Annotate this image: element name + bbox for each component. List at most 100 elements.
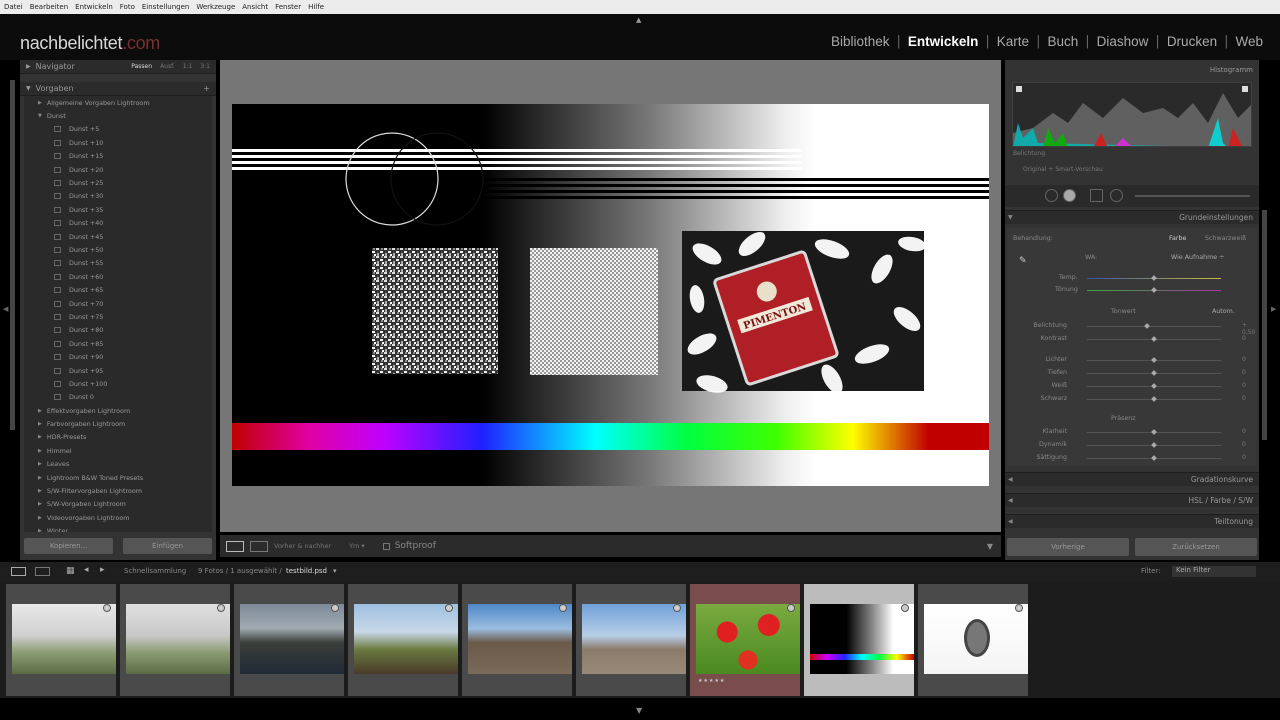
filter-select[interactable]: Kein Filter bbox=[1172, 566, 1256, 577]
preset-item[interactable]: Dunst +60 bbox=[24, 270, 212, 283]
preset-folder[interactable]: ▶ S/W-Filtervorgaben Lightroom bbox=[24, 484, 212, 497]
slider-value[interactable]: + 0,50 bbox=[1242, 322, 1257, 336]
temp-slider[interactable] bbox=[1087, 275, 1221, 281]
preset-item[interactable]: Dunst +70 bbox=[24, 297, 212, 310]
navigator-zoom-option[interactable]: Ausf. bbox=[160, 63, 175, 70]
graduated-filter-icon[interactable] bbox=[1090, 189, 1103, 202]
slider-track[interactable] bbox=[1087, 396, 1221, 402]
previous-button[interactable]: Vorherige bbox=[1007, 538, 1129, 556]
auto-button[interactable]: Autom. bbox=[1212, 308, 1235, 315]
thumbnail-badge-icon[interactable] bbox=[331, 604, 339, 612]
slider-knob[interactable] bbox=[1151, 396, 1157, 402]
before-after-view-icon[interactable] bbox=[250, 540, 268, 552]
navigator-zoom-option[interactable]: Passen bbox=[131, 63, 152, 70]
slider-track[interactable] bbox=[1087, 323, 1221, 329]
main-window-icon[interactable] bbox=[11, 567, 26, 576]
preset-folder[interactable]: ▶ Allgemeine Vorgaben Lightroom bbox=[24, 96, 212, 109]
filmstrip-thumbnail[interactable] bbox=[234, 584, 344, 696]
preset-folder[interactable]: ▶ HDR-Presets bbox=[24, 431, 212, 444]
filmstrip-thumbnail[interactable] bbox=[6, 584, 116, 696]
collapse-left-arrow-icon[interactable]: ◀ bbox=[3, 305, 8, 313]
back-icon[interactable]: ◂ bbox=[84, 565, 89, 575]
section-header[interactable]: Gradationskurve ◀ bbox=[1005, 472, 1259, 486]
slider-value[interactable]: 0 bbox=[1242, 454, 1246, 461]
slider-track[interactable] bbox=[1087, 357, 1221, 363]
left-panel-scrollbar[interactable] bbox=[10, 80, 15, 430]
slider-knob[interactable] bbox=[1151, 455, 1157, 461]
slider-knob[interactable] bbox=[1151, 383, 1157, 389]
menu-item[interactable]: Ansicht bbox=[242, 3, 268, 11]
preset-item[interactable]: Dunst 0 bbox=[24, 391, 212, 404]
slider-knob[interactable] bbox=[1151, 336, 1157, 342]
menu-item[interactable]: Fenster bbox=[275, 3, 301, 11]
eyedropper-icon[interactable]: ✎ bbox=[1019, 256, 1027, 266]
slider-knob[interactable] bbox=[1151, 287, 1157, 293]
slider-knob[interactable] bbox=[1151, 357, 1157, 363]
slider-value[interactable]: 0 bbox=[1242, 356, 1246, 363]
radial-filter-icon[interactable] bbox=[1110, 189, 1123, 202]
red-eye-icon[interactable] bbox=[1063, 189, 1076, 202]
navigator-header[interactable]: ▶ Navigator Passen Ausf. 1:1 3:1 bbox=[20, 60, 216, 74]
slider-track[interactable] bbox=[1087, 442, 1221, 448]
add-preset-icon[interactable]: + bbox=[203, 84, 216, 93]
slider-value[interactable]: 0 bbox=[1242, 428, 1246, 435]
thumbnail-badge-icon[interactable] bbox=[787, 604, 795, 612]
filmstrip-thumbnail[interactable] bbox=[462, 584, 572, 696]
collapse-right-arrow-icon[interactable]: ▶ bbox=[1271, 305, 1276, 313]
highlight-clipping-icon[interactable] bbox=[1242, 86, 1248, 92]
preset-item[interactable]: Dunst +80 bbox=[24, 324, 212, 337]
module-web[interactable]: Web bbox=[1228, 34, 1270, 49]
menu-item[interactable]: Entwickeln bbox=[75, 3, 113, 11]
copy-button[interactable]: Kopieren... bbox=[24, 538, 113, 554]
filmstrip-thumbnail[interactable] bbox=[804, 584, 914, 696]
preset-folder[interactable]: ▶ S/W-Vorgaben Lightroom bbox=[24, 498, 212, 511]
filmstrip-thumbnail[interactable]: ★★★★★ bbox=[690, 584, 800, 696]
slider-value[interactable]: 0 bbox=[1242, 441, 1246, 448]
preset-folder[interactable]: ▶ Himmel bbox=[24, 444, 212, 457]
toolbar-menu-icon[interactable]: ▼ bbox=[987, 542, 993, 551]
slider-value[interactable]: 0 bbox=[1242, 369, 1246, 376]
preset-item[interactable]: Dunst +25 bbox=[24, 176, 212, 189]
reset-button[interactable]: Zurücksetzen bbox=[1135, 538, 1257, 556]
source-label[interactable]: Schnellsammlung bbox=[124, 567, 186, 575]
wb-select[interactable]: Wie Aufnahme ÷ bbox=[1171, 254, 1224, 261]
thumbnail-badge-icon[interactable] bbox=[103, 604, 111, 612]
module-buch[interactable]: Buch bbox=[1040, 34, 1085, 49]
preset-item[interactable]: Dunst +100 bbox=[24, 377, 212, 390]
slider-track[interactable] bbox=[1087, 383, 1221, 389]
module-drucken[interactable]: Drucken bbox=[1160, 34, 1224, 49]
preset-item[interactable]: Dunst +5 bbox=[24, 123, 212, 136]
navigator-zoom-option[interactable]: 1:1 bbox=[183, 63, 193, 70]
preset-item[interactable]: Dunst +50 bbox=[24, 243, 212, 256]
preset-item[interactable]: Dunst +90 bbox=[24, 350, 212, 363]
spot-removal-icon[interactable] bbox=[1045, 189, 1058, 202]
module-bibliothek[interactable]: Bibliothek bbox=[824, 34, 897, 49]
color-option[interactable]: Farbe bbox=[1169, 235, 1186, 242]
slider-track[interactable] bbox=[1087, 370, 1221, 376]
forward-icon[interactable]: ▸ bbox=[100, 565, 105, 575]
slider-knob[interactable] bbox=[1151, 429, 1157, 435]
before-after-label[interactable]: Vorher & nachher bbox=[274, 542, 331, 550]
preset-item[interactable]: Dunst +65 bbox=[24, 283, 212, 296]
view-mode-label[interactable]: Ym ▾ bbox=[349, 542, 365, 550]
module-diashow[interactable]: Diashow bbox=[1090, 34, 1156, 49]
preset-folder[interactable]: ▶ Lightroom B&W Toned Presets bbox=[24, 471, 212, 484]
slider-knob[interactable] bbox=[1151, 370, 1157, 376]
bw-option[interactable]: Schwarzweiß bbox=[1205, 235, 1246, 242]
thumbnail-badge-icon[interactable] bbox=[559, 604, 567, 612]
collapse-top-arrow-icon[interactable]: ▲ bbox=[636, 16, 641, 24]
menu-item[interactable]: Datei bbox=[4, 3, 23, 11]
slider-track[interactable] bbox=[1087, 429, 1221, 435]
brush-slider[interactable] bbox=[1135, 195, 1250, 197]
preset-item[interactable]: Dunst +35 bbox=[24, 203, 212, 216]
module-karte[interactable]: Karte bbox=[990, 34, 1036, 49]
filmstrip-thumbnail[interactable] bbox=[120, 584, 230, 696]
menu-item[interactable]: Foto bbox=[120, 3, 135, 11]
thumbnail-badge-icon[interactable] bbox=[217, 604, 225, 612]
menu-item[interactable]: Einstellungen bbox=[142, 3, 189, 11]
slider-value[interactable]: 0 bbox=[1242, 335, 1246, 342]
histogram[interactable] bbox=[1012, 82, 1252, 147]
right-panel-scrollbar[interactable] bbox=[1262, 210, 1267, 440]
paste-button[interactable]: Einfügen bbox=[123, 538, 212, 554]
filename[interactable]: testbild.psd bbox=[286, 567, 327, 575]
